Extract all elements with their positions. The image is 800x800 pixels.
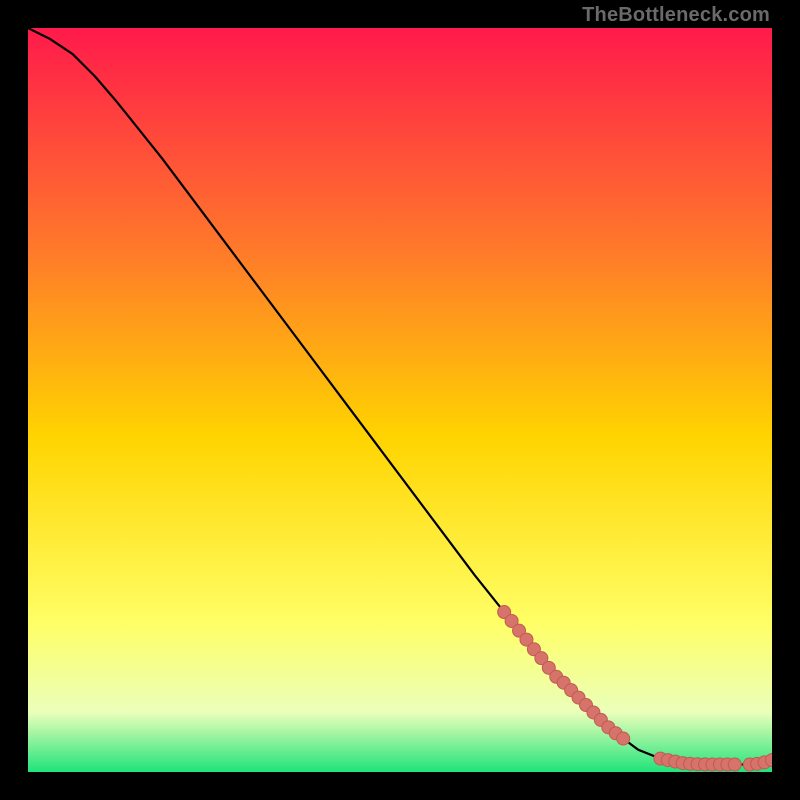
plot-area <box>28 28 772 772</box>
chart-frame: TheBottleneck.com <box>0 0 800 800</box>
watermark-text: TheBottleneck.com <box>582 4 770 27</box>
chart-svg <box>28 28 772 772</box>
data-marker <box>617 732 630 745</box>
data-marker <box>728 758 741 771</box>
